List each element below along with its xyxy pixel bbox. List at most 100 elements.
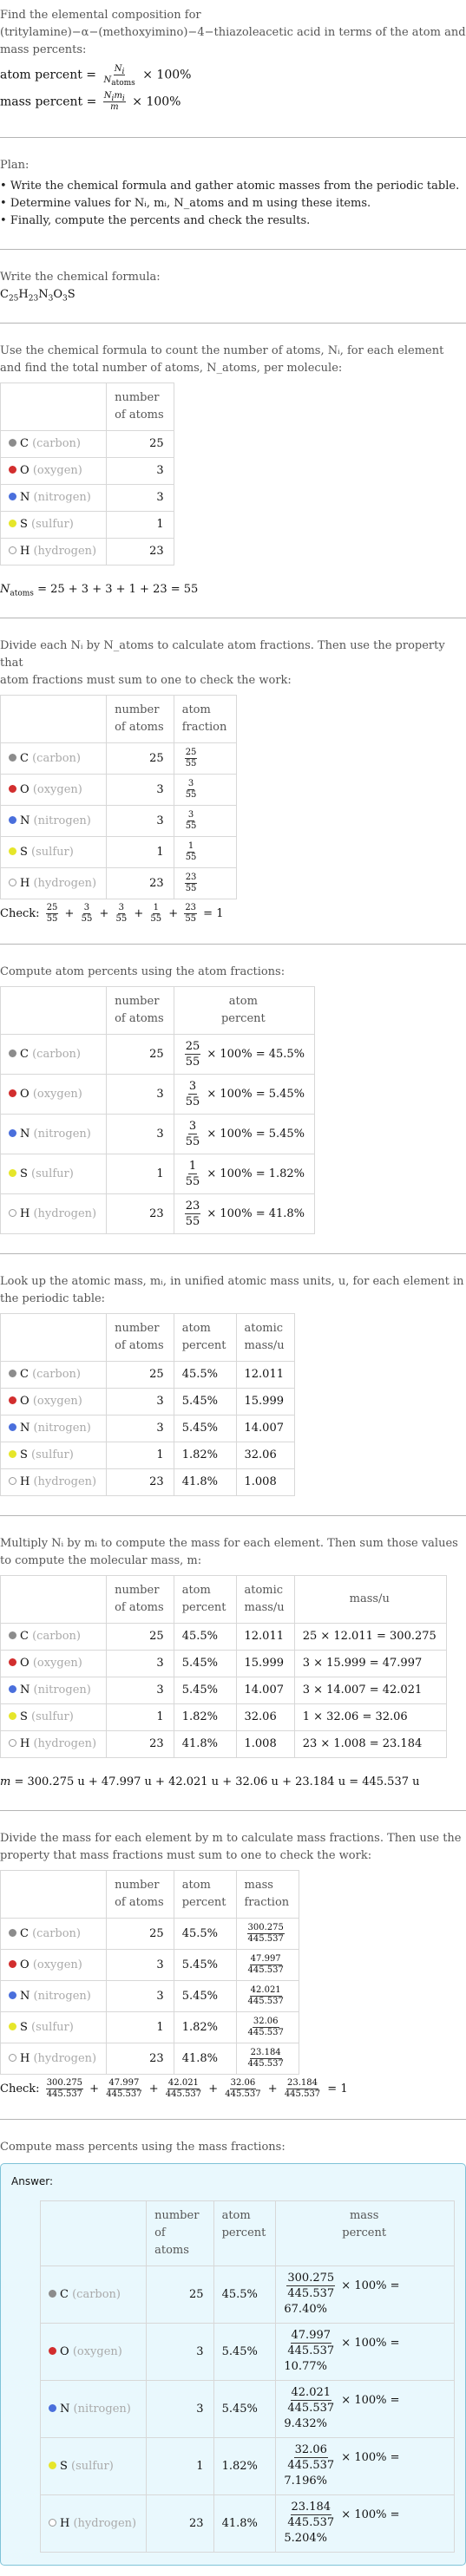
denominator: 55 (185, 790, 197, 800)
element-cell: N (nitrogen) (0, 1677, 108, 1704)
element-cell: S (sulfur) (0, 1154, 108, 1194)
atom-count: 3 (146, 2380, 214, 2438)
column-header: atom percent (213, 2200, 277, 2266)
table-row: O (oxygen) 3 3 55 × 100% = 5.45% (0, 1074, 316, 1115)
atom-percent: 41.8% (173, 1468, 237, 1496)
atom-percent: 1.82% (213, 2437, 277, 2495)
numerator: 3 (117, 903, 126, 914)
numerator: 23.184 (286, 2078, 318, 2089)
numerator: 23.184 (249, 2048, 282, 2059)
denominator: 55 (150, 914, 162, 924)
column-header: atom percent (173, 1870, 237, 1919)
answer-label: Answer: (11, 2175, 54, 2187)
plan-item: Determine values for Nᵢ, mᵢ, N_atoms and… (0, 195, 466, 212)
check-result: = 1 (324, 2082, 348, 2095)
denominator: 445.537 (287, 2287, 335, 2300)
percent-result: × 100% = 1.82% (203, 1167, 305, 1180)
fraction: 32.06 445.537 (286, 2442, 335, 2473)
element-name: (carbon) (32, 1630, 82, 1643)
atom-percent: 5.45% (213, 2380, 277, 2438)
mass-table: number of atoms atom percent atomic mass/u mas… (0, 1575, 447, 1758)
column-header: atom fraction (173, 695, 238, 743)
denominator: 445.537 (165, 2089, 202, 2099)
numerator: 32.06 (293, 2443, 328, 2458)
fraction: 300.275 445.537 (45, 2078, 84, 2100)
atom-percent: 5.45% (173, 1677, 237, 1704)
step-text: Look up the atomic mass, mᵢ, in unified … (0, 1275, 464, 1288)
atomic-mass-table: number of atoms atom percent atomic mass/u C (… (0, 1313, 295, 1496)
table-row: O (oxygen) 3 5.45% 47.997 445.537 × 100% = 1… (39, 2323, 455, 2381)
fraction: 1 55 (149, 903, 162, 925)
denominator: 55 (185, 1215, 200, 1228)
atom-count: 25 (106, 430, 174, 458)
denominator: 55 (81, 914, 93, 924)
atom-percent: 5.45% (173, 1415, 237, 1442)
formula-element: C (0, 288, 9, 301)
numerator: 23.184 (290, 2501, 332, 2515)
numerator: 23 (184, 1200, 201, 1214)
empty-header (0, 382, 108, 431)
element-color-dot-icon (9, 878, 16, 886)
table-row: H (hydrogen) 23 41.8% 1.008 23 × 1.008 = 23.… (0, 1730, 447, 1758)
denominator: 445.537 (225, 2089, 261, 2099)
numerator: 42.021 (249, 1985, 282, 1997)
element-name: (sulfur) (31, 1448, 74, 1461)
element-name: (nitrogen) (33, 1684, 91, 1697)
element-cell: S (sulfur) (0, 836, 108, 868)
atomic-mass: 14.007 (235, 1415, 295, 1442)
numerator: 1 (152, 903, 160, 914)
empty-header (0, 986, 108, 1035)
total-atoms-equation: Natoms = 25 + 3 + 3 + 1 + 23 = 55 (0, 583, 199, 598)
element-cell: S (sulfur) (0, 1703, 108, 1731)
fraction: 300.275 445.537 (286, 2271, 336, 2301)
times-100: × 100% (132, 95, 181, 109)
percent-result: × 100% = 5.45% (203, 1128, 305, 1141)
element-color-dot-icon (9, 1928, 16, 1937)
table-row: C (carbon) 25 45.5% 300.275 445.537 (0, 1918, 300, 1950)
element-symbol: O (20, 1958, 30, 1971)
atom-percent-calc: 23 55 × 100% = 41.8% (173, 1193, 316, 1234)
intro-line-3: mass percents: (0, 43, 87, 56)
formula-element: N (38, 288, 49, 301)
element-symbol: H (20, 1475, 30, 1488)
element-color-dot-icon (9, 847, 16, 855)
denominator: 55 (115, 914, 128, 924)
step-text: and find the total number of atoms, N_at… (0, 362, 343, 375)
table-row: C (carbon) 25 45.5% 300.275 445.537 × 100% =… (39, 2265, 455, 2324)
mass-calc: 25 × 12.011 = 300.275 (293, 1623, 447, 1651)
atom-count: 23 (106, 1193, 174, 1234)
element-cell: S (sulfur) (39, 2437, 148, 2495)
element-cell: N (nitrogen) (0, 1415, 108, 1442)
element-symbol: O (20, 1395, 30, 1408)
atomic-mass: 12.011 (235, 1361, 295, 1389)
atom-count: 3 (106, 1650, 174, 1677)
element-color-dot-icon (9, 1168, 16, 1177)
element-name: (oxygen) (32, 1657, 82, 1670)
element-color-dot-icon (9, 1208, 16, 1217)
fraction: 42.021 445.537 (286, 2385, 335, 2416)
element-cell: N (nitrogen) (0, 1114, 108, 1154)
atom-count: 23 (106, 867, 174, 899)
element-color-dot-icon (9, 1739, 16, 1747)
step-text: Compute mass percents using the mass fra… (0, 2141, 286, 2154)
column-header: number of atoms (106, 1313, 174, 1362)
element-color-dot-icon (9, 1049, 16, 1057)
atom-count: 23 (106, 2043, 174, 2075)
table-row: N (nitrogen) 3 (0, 484, 174, 512)
numerator: 1 (187, 1160, 198, 1174)
table-row: O (oxygen) 3 5.45% 15.999 3 × 15.999 = 47.99… (0, 1650, 447, 1677)
table-row: N (nitrogen) 3 5.45% 14.007 (0, 1415, 295, 1442)
atomic-mass: 32.06 (235, 1703, 295, 1731)
element-color-dot-icon (9, 1423, 16, 1431)
empty-header (0, 1870, 108, 1919)
table-row: N (nitrogen) 3 5.45% 42.021 445.537 × 100% =… (39, 2380, 455, 2438)
table-row: S (sulfur) 1 (0, 511, 174, 539)
table-row: H (hydrogen) 23 41.8% 1.008 (0, 1468, 295, 1496)
element-name: (oxygen) (32, 782, 82, 796)
element-cell: O (oxygen) (0, 1388, 108, 1415)
atom-count-table: number of atoms C (carbon) 25 O (oxygen) 3 N (… (0, 382, 174, 566)
check-label: Check: (0, 907, 43, 920)
element-name: (sulfur) (31, 2020, 74, 2034)
mass-percent-fraction: Nimi m (102, 91, 126, 112)
mass-fraction: 47.997 445.537 (235, 1949, 300, 1981)
